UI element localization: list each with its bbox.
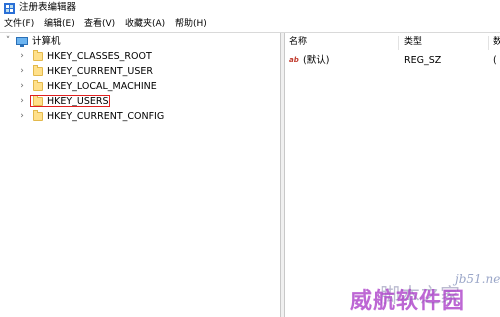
menu-favorites[interactable]: 收藏夹(A) (125, 18, 165, 30)
value-row[interactable]: ab (默认) REG_SZ ( (285, 54, 500, 68)
tree-item-hkey-local-machine[interactable]: › HKEY_LOCAL_MACHINE (0, 79, 280, 94)
column-divider[interactable] (398, 36, 399, 50)
column-divider[interactable] (488, 36, 489, 50)
menu-edit[interactable]: 编辑(E) (44, 18, 75, 30)
window-title: 注册表编辑器 (19, 2, 77, 13)
tree-item-label: HKEY_CLASSES_ROOT (47, 51, 152, 62)
tree-item-hkey-classes-root[interactable]: › HKEY_CLASSES_ROOT (0, 49, 280, 64)
value-type: REG_SZ (404, 55, 442, 66)
column-header-data[interactable]: 数 (493, 36, 500, 48)
column-header-name[interactable]: 名称 (289, 36, 307, 48)
watermark-overlay: 威航软件园 (350, 289, 466, 314)
tree-root-computer[interactable]: ˅ 计算机 (0, 34, 280, 49)
chevron-right-icon[interactable]: › (18, 79, 26, 94)
chevron-right-icon[interactable]: › (18, 109, 26, 124)
chevron-right-icon[interactable]: › (18, 94, 26, 109)
chevron-right-icon[interactable]: › (18, 64, 26, 79)
tree-item-label: HKEY_CURRENT_USER (47, 66, 153, 77)
selection-highlight (30, 95, 110, 107)
value-name: (默认) (303, 55, 330, 66)
menu-bar: 文件(F) 编辑(E) 查看(V) 收藏夹(A) 帮助(H) (0, 17, 500, 32)
tree-item-hkey-current-user[interactable]: › HKEY_CURRENT_USER (0, 64, 280, 79)
computer-icon (16, 37, 28, 47)
ab-string-icon: ab (289, 56, 299, 64)
column-header-type[interactable]: 类型 (404, 36, 422, 48)
folder-icon (33, 110, 43, 121)
folder-icon (33, 80, 43, 91)
menu-help[interactable]: 帮助(H) (175, 18, 207, 30)
tree-item-label: HKEY_CURRENT_CONFIG (47, 111, 165, 122)
chevron-down-icon[interactable]: ˅ (4, 34, 12, 49)
menu-view[interactable]: 查看(V) (84, 18, 115, 30)
chevron-right-icon[interactable]: › (18, 49, 26, 64)
regedit-icon (4, 3, 15, 14)
title-bar: 注册表编辑器 (0, 0, 500, 17)
tree-root-label: 计算机 (32, 36, 61, 47)
tree-item-hkey-current-config[interactable]: › HKEY_CURRENT_CONFIG (0, 109, 280, 124)
registry-tree-pane[interactable]: ˅ 计算机 › HKEY_CLASSES_ROOT › HKEY_CURRENT… (0, 33, 281, 317)
tree-item-label: HKEY_LOCAL_MACHINE (47, 81, 157, 92)
folder-icon (33, 65, 43, 76)
folder-icon (33, 50, 43, 61)
menu-file[interactable]: 文件(F) (4, 18, 34, 30)
value-data: ( (493, 55, 497, 66)
